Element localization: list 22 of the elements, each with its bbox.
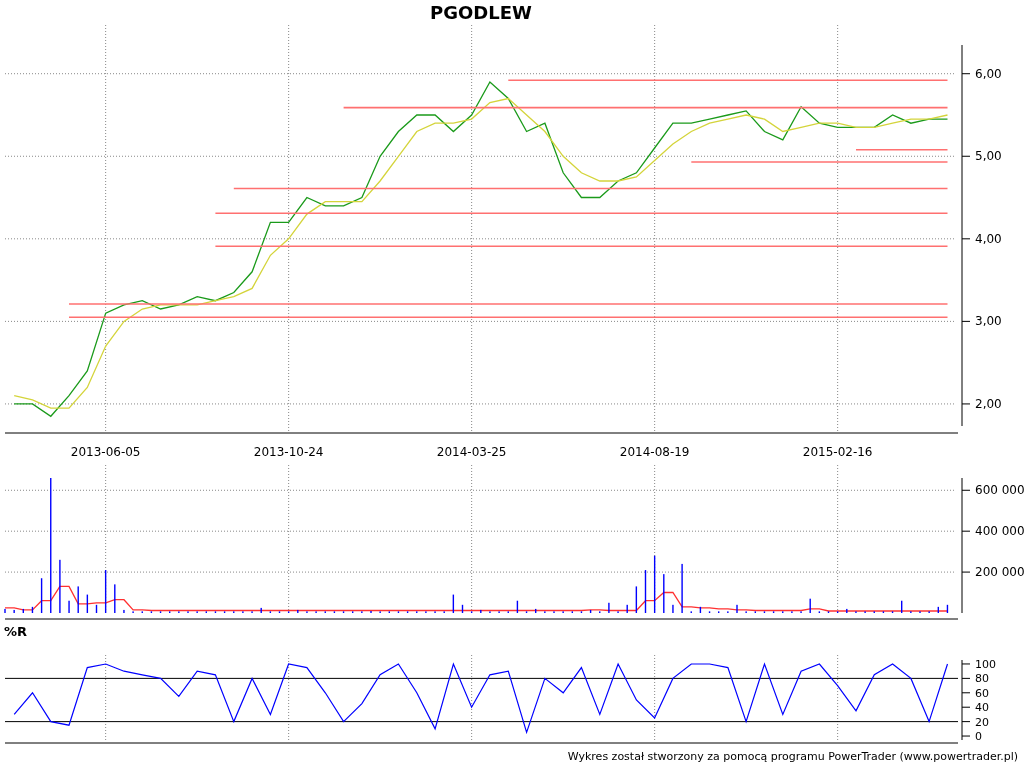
axis-label: 40 xyxy=(975,701,989,715)
axis-label: 60 xyxy=(975,686,989,700)
date-label: 2013-06-05 xyxy=(70,445,141,459)
chart-title: PGODLEW xyxy=(429,1,533,25)
axis-label: 2,00 xyxy=(975,396,1002,411)
axis-label: 4,00 xyxy=(975,231,1002,246)
footer-credit: Wykres został stworzony za pomocą programu PowerTrader (www.powertrader.pl) xyxy=(567,750,1018,763)
axis-label: 200 000 xyxy=(975,565,1024,580)
axis-label: 3,00 xyxy=(975,314,1002,329)
date-label: 2014-03-25 xyxy=(436,445,507,459)
axis-label: 600 000 xyxy=(975,483,1024,498)
date-label: 2014-08-19 xyxy=(619,445,690,459)
axis-label: 0 xyxy=(975,730,982,744)
axis-label: 20 xyxy=(975,715,989,729)
axis-label: 80 xyxy=(975,672,989,686)
indicator-title: %R xyxy=(4,624,28,639)
date-label: 2013-10-24 xyxy=(253,445,324,459)
axis-label: 6,00 xyxy=(975,66,1002,81)
axis-label: 5,00 xyxy=(975,149,1002,164)
axis-label: 100 xyxy=(975,657,996,671)
axis-label: 400 000 xyxy=(975,524,1024,539)
date-label: 2015-02-16 xyxy=(802,445,873,459)
